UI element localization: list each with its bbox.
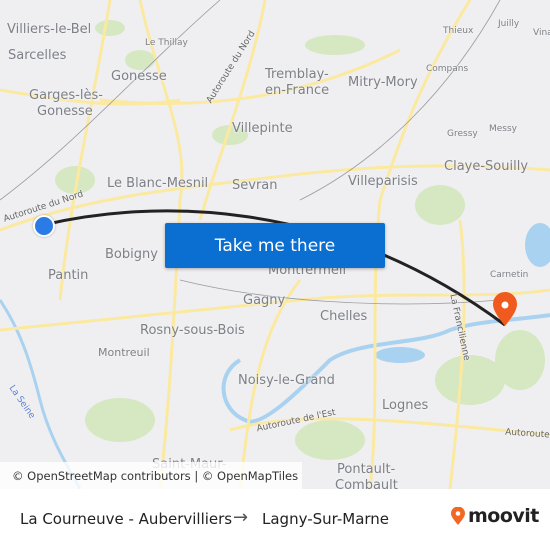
start-dot-icon[interactable] (33, 215, 55, 237)
take-me-there-button[interactable]: Take me there (165, 223, 385, 268)
arrow-right-icon: → (233, 507, 249, 528)
origin-label: La Courneuve - Aubervilliers (20, 510, 233, 528)
map[interactable]: Villiers-le-Bel Sarcelles Le Thillay Gon… (0, 0, 550, 489)
place-label: Rosny-sous-Bois (140, 323, 245, 338)
place-label: Sarcelles (8, 48, 67, 63)
place-label: Chelles (320, 309, 368, 324)
place-label: Bobigny (105, 247, 158, 262)
place-label: Sevran (232, 178, 278, 193)
moovit-pin-icon (451, 507, 465, 525)
place-label: Noisy-le-Grand (238, 373, 335, 388)
place-label: Le Blanc-Mesnil (107, 176, 209, 191)
place-label: Combault (335, 478, 398, 489)
place-label: Gonesse (37, 104, 93, 119)
place-label: Juilly (498, 19, 520, 29)
place-label: Montreuil (98, 346, 150, 359)
place-label: Lognes (382, 398, 429, 413)
place-label: en-France (265, 83, 330, 98)
place-label: Gressy (447, 129, 478, 139)
place-label: Claye-Souilly (444, 159, 529, 174)
place-label: Villeparisis (348, 174, 418, 189)
place-label: Garges-lès- (29, 88, 103, 103)
destination-label: Lagny-Sur-Marne (262, 510, 390, 528)
place-label: Thieux (443, 26, 474, 36)
moovit-logo: moovit (450, 505, 539, 527)
place-label: Pantin (48, 268, 89, 283)
place-label: Messy (489, 124, 518, 134)
place-label: Gagny (243, 293, 286, 308)
moovit-logo-text: moovit (468, 505, 539, 527)
place-label: Villiers-le-Bel (7, 22, 92, 37)
place-label: Pontault- (337, 462, 396, 477)
place-label: Vina (533, 28, 550, 38)
place-label: Gonesse (111, 69, 167, 84)
place-label: Tremblay- (265, 67, 329, 82)
place-label: Carnetin (490, 270, 529, 280)
map-attribution[interactable]: © OpenStreetMap contributors | © OpenMap… (0, 462, 302, 489)
place-label: Mitry-Mory (348, 75, 418, 90)
footer: La Courneuve - Aubervilliers → Lagny-Sur… (0, 489, 550, 550)
road-label: Autoroute (504, 427, 550, 441)
place-label: Villepinte (232, 121, 293, 136)
place-label: Le Thillay (145, 38, 188, 48)
place-label: Compans (426, 64, 469, 74)
